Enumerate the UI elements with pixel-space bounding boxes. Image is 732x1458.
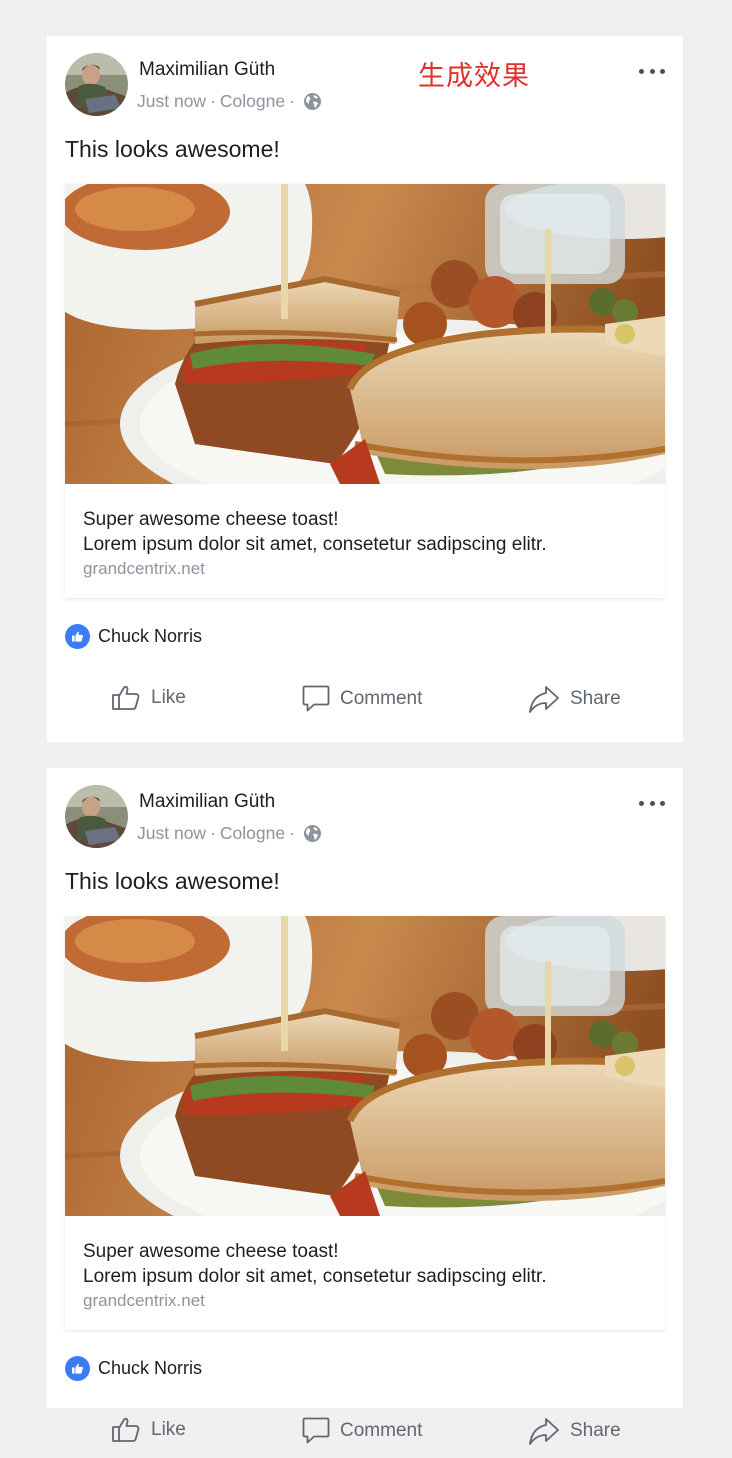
post-text: This looks awesome! [65,136,280,162]
feed-post: Maximilian Güth Just now · Cologne · Thi… [47,768,683,1445]
comment-bubble-icon [302,1416,330,1445]
comment-label: Comment [340,687,423,709]
feed-post: Maximilian Güth Just now · Cologne · Thi… [47,36,683,742]
share-button[interactable]: Share [528,1416,621,1446]
comment-button[interactable]: Comment [302,684,422,713]
link-preview-image[interactable] [65,184,665,484]
thumbs-up-icon [111,684,141,711]
like-label: Like [151,1418,186,1440]
post-meta: Just now · Cologne · [137,823,322,844]
link-caption: Super awesome cheese toast! Lorem ipsum … [65,484,665,581]
post-actions: Like Comment Share [47,1416,683,1458]
thumbs-up-icon [65,624,90,649]
post-author-name[interactable]: Maximilian Güth [139,791,275,813]
meta-separator: · [210,91,216,111]
post-header: Maximilian Güth Just now · Cologne · [47,36,683,122]
post-meta: Just now · Cologne · [137,91,322,112]
share-button[interactable]: Share [528,684,621,714]
share-label: Share [570,1420,621,1441]
reactions-summary[interactable]: Chuck Norris [65,1356,202,1381]
post-time[interactable]: Just now [137,91,206,112]
comment-button[interactable]: Comment [302,1416,422,1445]
globe-icon[interactable] [303,92,322,111]
post-location[interactable]: Cologne [220,91,285,112]
reactions-summary[interactable]: Chuck Norris [65,624,202,649]
link-domain: grandcentrix.net [83,559,205,578]
comment-label: Comment [340,1419,423,1441]
like-label: Like [151,686,186,708]
reaction-user-name[interactable]: Chuck Norris [98,626,202,647]
link-description: Lorem ipsum dolor sit amet, consetetur s… [83,1266,547,1287]
post-location[interactable]: Cologne [220,823,285,844]
share-arrow-icon [528,684,560,714]
globe-icon[interactable] [303,824,322,843]
link-preview-image[interactable] [65,916,665,1216]
share-label: Share [570,688,621,709]
link-domain: grandcentrix.net [83,1291,205,1310]
meta-separator: · [289,91,295,111]
reaction-user-name[interactable]: Chuck Norris [98,1358,202,1379]
post-text: This looks awesome! [65,868,280,894]
watermark-label: 生成效果 [418,61,530,92]
link-title[interactable]: Super awesome cheese toast! [83,507,647,532]
link-description: Lorem ipsum dolor sit amet, consetetur s… [83,534,547,555]
post-author-name[interactable]: Maximilian Güth [139,59,275,81]
link-preview-card[interactable]: Super awesome cheese toast! Lorem ipsum … [65,916,665,1330]
avatar[interactable] [65,785,128,848]
meta-separator: · [210,823,216,843]
comment-bubble-icon [302,684,330,713]
post-actions: Like Comment Share [47,684,683,726]
more-options-icon[interactable] [639,798,665,808]
link-caption: Super awesome cheese toast! Lorem ipsum … [65,1216,665,1313]
post-time[interactable]: Just now [137,823,206,844]
post-header: Maximilian Güth Just now · Cologne · [47,768,683,854]
thumbs-up-icon [65,1356,90,1381]
more-options-icon[interactable] [639,66,665,76]
like-button[interactable]: Like [111,684,186,711]
avatar[interactable] [65,53,128,116]
like-button[interactable]: Like [111,1416,186,1443]
share-arrow-icon [528,1416,560,1446]
meta-separator: · [289,823,295,843]
link-title[interactable]: Super awesome cheese toast! [83,1239,647,1264]
thumbs-up-icon [111,1416,141,1443]
link-preview-card[interactable]: Super awesome cheese toast! Lorem ipsum … [65,184,665,598]
